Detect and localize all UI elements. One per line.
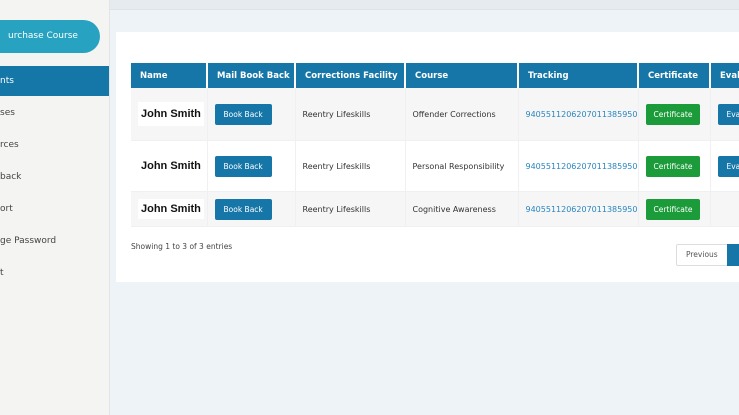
sidebar-item-label: ge Password (0, 236, 57, 246)
tracking-link[interactable]: 9405511206207011385950 (526, 162, 638, 171)
evaluation-button[interactable]: Eval (717, 103, 739, 125)
sidebar-item-label: ses (0, 108, 15, 118)
sidebar-item-support[interactable]: ort (0, 194, 109, 224)
sidebar-item-feedback[interactable]: back (0, 162, 109, 192)
sidebar-item-logout[interactable]: t (0, 258, 109, 288)
column-header-name[interactable]: Name (131, 63, 208, 88)
course-cell: Personal Responsibility (405, 140, 519, 192)
sidebar-item-label: nts (0, 76, 14, 86)
sidebar-item-students[interactable]: nts (0, 66, 109, 96)
column-header-tracking[interactable]: Tracking (518, 63, 639, 88)
table-header-row: Name Mail Book Back Corrections Facility… (131, 63, 739, 88)
sidebar-item-label: ort (0, 204, 13, 214)
sidebar-item-courses[interactable]: ses (0, 98, 109, 128)
tracking-link[interactable]: 9405511206207011385950 (526, 205, 638, 214)
sidebar: urchase Course nts ses rces back ort ge … (0, 0, 110, 415)
sidebar-item-label: rces (0, 140, 19, 150)
previous-page-button[interactable]: Previous (676, 244, 728, 266)
course-cell: Offender Corrections (405, 88, 519, 141)
facility-cell: Reentry Lifeskills (295, 88, 406, 141)
facility-cell: Reentry Lifeskills (295, 191, 406, 227)
column-header-mail-book-back[interactable]: Mail Book Back (207, 63, 296, 88)
evaluation-button[interactable]: Eval (717, 155, 739, 177)
table-row: John Smith Book Back Reentry Lifeskills … (131, 88, 739, 141)
tracking-link[interactable]: 9405511206207011385950 (526, 110, 638, 119)
purchase-course-button[interactable]: urchase Course (0, 20, 100, 53)
student-name: John Smith (138, 102, 204, 126)
next-page-button[interactable] (727, 244, 739, 266)
students-table: Name Mail Book Back Corrections Facility… (131, 63, 739, 227)
certificate-button[interactable]: Certificate (645, 155, 701, 177)
sidebar-item-label: back (0, 172, 22, 182)
course-cell: Cognitive Awareness (405, 191, 519, 227)
students-table-card: Name Mail Book Back Corrections Facility… (116, 32, 739, 282)
sidebar-item-label: t (0, 268, 4, 278)
book-back-button[interactable]: Book Back (214, 198, 272, 220)
evaluation-cell-empty (710, 191, 739, 227)
certificate-button[interactable]: Certificate (645, 198, 701, 220)
column-header-corrections-facility[interactable]: Corrections Facility (295, 63, 406, 88)
certificate-button[interactable]: Certificate (645, 103, 701, 125)
entries-info: Showing 1 to 3 of 3 entries (131, 242, 233, 251)
purchase-course-label: urchase Course (8, 31, 78, 41)
table-row: John Smith Book Back Reentry Lifeskills … (131, 140, 739, 192)
top-bar (110, 0, 739, 10)
column-header-certificate[interactable]: Certificate (638, 63, 711, 88)
facility-cell: Reentry Lifeskills (295, 140, 406, 192)
sidebar-item-resources[interactable]: rces (0, 130, 109, 160)
column-header-course[interactable]: Course (405, 63, 519, 88)
book-back-button[interactable]: Book Back (214, 155, 272, 177)
column-header-evaluation[interactable]: Eval (710, 63, 739, 88)
sidebar-item-change-password[interactable]: ge Password (0, 226, 109, 256)
student-name: John Smith (138, 199, 204, 219)
table-row: John Smith Book Back Reentry Lifeskills … (131, 191, 739, 227)
book-back-button[interactable]: Book Back (214, 103, 272, 125)
student-name: John Smith (141, 160, 201, 172)
